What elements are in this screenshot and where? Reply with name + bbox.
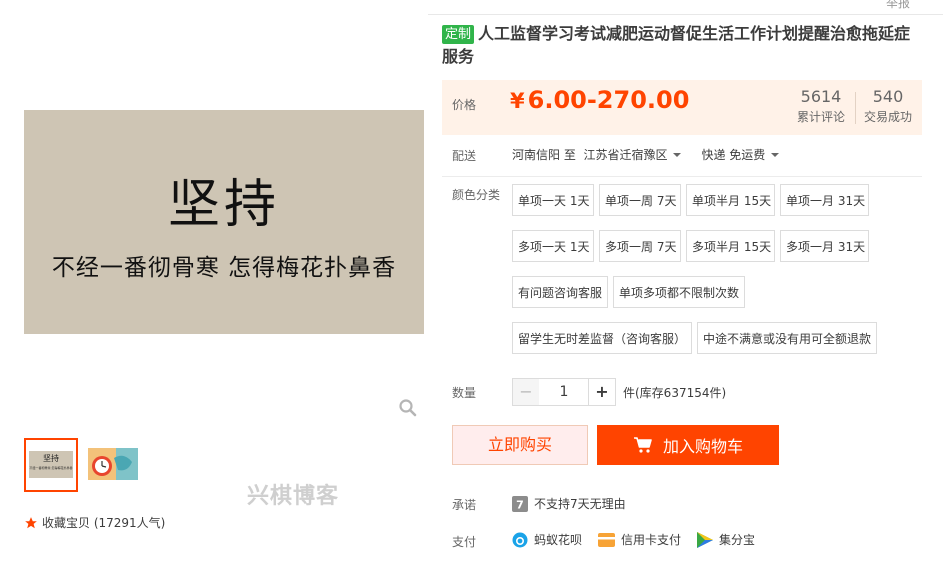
cart-icon xyxy=(633,437,652,453)
price-label: 价格 xyxy=(452,98,477,112)
main-product-image[interactable]: 坚持 不经一番彻骨寒 怎得梅花扑鼻香 xyxy=(24,110,424,334)
deals-stat: 540 交易成功 xyxy=(855,88,921,128)
reviews-stat[interactable]: 5614 累计评论 xyxy=(788,88,854,128)
options-label: 颜色分类 xyxy=(452,188,501,202)
promise-row: 7 不支持7天无理由 xyxy=(512,495,626,512)
huabei-icon xyxy=(512,532,528,547)
add-to-cart-button[interactable]: 加入购物车 xyxy=(597,425,779,465)
chevron-down-icon xyxy=(771,153,780,157)
option-3[interactable]: 单项一月 31天 xyxy=(780,184,869,216)
option-11[interactable]: 中途不满意或没有用可全额退款 xyxy=(697,322,877,354)
stock-info: 件(库存637154件) xyxy=(623,386,727,400)
custom-tag: 定制 xyxy=(442,25,475,44)
reviews-label: 累计评论 xyxy=(796,110,845,124)
credit-card-icon xyxy=(598,532,616,547)
quantity-input[interactable] xyxy=(539,378,589,406)
quantity-decrease-button[interactable]: − xyxy=(512,378,540,406)
option-4[interactable]: 多项一天 1天 xyxy=(512,230,594,262)
alarm-clock-icon xyxy=(88,448,138,480)
promise-text: 不支持7天无理由 xyxy=(534,497,626,511)
option-1[interactable]: 单项一周 7天 xyxy=(599,184,681,216)
watermark: 兴棋博客 xyxy=(247,484,340,509)
buy-now-button[interactable]: 立即购买 xyxy=(452,425,588,465)
main-image-subtitle: 不经一番彻骨寒 怎得梅花扑鼻香 xyxy=(51,255,397,281)
option-10[interactable]: 留学生无时差监督（咨询客服） xyxy=(512,322,692,354)
price-value: ¥6.00-270.00 xyxy=(510,86,690,114)
option-8[interactable]: 有问题咨询客服 xyxy=(512,276,608,308)
shipping-label: 配送 xyxy=(452,149,477,163)
shipping-to-select[interactable]: 江苏省迁宿豫区 xyxy=(583,148,682,162)
quantity-label: 数量 xyxy=(452,386,477,400)
product-title: 定制 人工监督学习考试减肥运动督促生活工作计划提醒治愈拖延症服务 xyxy=(442,22,922,68)
option-2[interactable]: 单项半月 15天 xyxy=(686,184,775,216)
star-icon xyxy=(25,516,37,528)
favorite-label: 收藏宝贝 (17291人气) xyxy=(42,516,166,530)
add-to-cart-label: 加入购物车 xyxy=(662,437,743,456)
jifenbao-icon xyxy=(697,531,714,548)
payment-jifenbao: 集分宝 xyxy=(697,531,755,548)
favorite-button[interactable]: 收藏宝贝 (17291人气) xyxy=(24,514,165,531)
no-return-icon: 7 xyxy=(512,495,528,512)
thumbnail-1-image: 坚持 不经一番彻骨寒 怎得梅花扑鼻香 xyxy=(29,451,73,478)
product-title-text: 人工监督学习考试减肥运动督促生活工作计划提醒治愈拖延症服务 xyxy=(442,24,911,66)
option-0[interactable]: 单项一天 1天 xyxy=(512,184,594,216)
payment-huabei: 蚂蚁花呗 xyxy=(512,531,582,548)
payment-row: 蚂蚁花呗 信用卡支付 集分宝 xyxy=(512,531,771,548)
main-image-title: 坚持 xyxy=(167,175,280,235)
row-divider xyxy=(442,176,922,177)
reviews-count: 5614 xyxy=(800,87,842,106)
option-7[interactable]: 多项一月 31天 xyxy=(780,230,869,262)
chevron-down-icon xyxy=(673,153,682,157)
price-panel: 价格 ¥6.00-270.00 5614 累计评论 540 交易成功 xyxy=(442,80,922,135)
promise-label: 承诺 xyxy=(452,498,477,512)
option-6[interactable]: 多项半月 15天 xyxy=(686,230,775,262)
report-link[interactable]: 举报 xyxy=(886,0,910,11)
shipping-from: 河南信阳 至 xyxy=(512,148,576,162)
svg-text:7: 7 xyxy=(516,498,524,511)
zoom-icon[interactable] xyxy=(398,398,418,418)
deals-count: 540 xyxy=(872,87,904,106)
thumbnail-1[interactable]: 坚持 不经一番彻骨寒 怎得梅花扑鼻香 xyxy=(24,438,78,492)
quantity-increase-button[interactable]: + xyxy=(588,378,616,406)
payment-credit-card: 信用卡支付 xyxy=(598,531,681,548)
shipping-row: 河南信阳 至 江苏省迁宿豫区 快递 免运费 xyxy=(512,146,780,163)
shipping-method-select[interactable]: 快递 免运费 xyxy=(701,146,780,163)
option-9[interactable]: 单项多项都不限制次数 xyxy=(613,276,745,308)
payment-label: 支付 xyxy=(452,535,477,549)
top-divider xyxy=(428,14,943,15)
deals-label: 交易成功 xyxy=(863,110,912,124)
thumbnail-2[interactable] xyxy=(88,448,138,480)
option-5[interactable]: 多项一周 7天 xyxy=(599,230,681,262)
